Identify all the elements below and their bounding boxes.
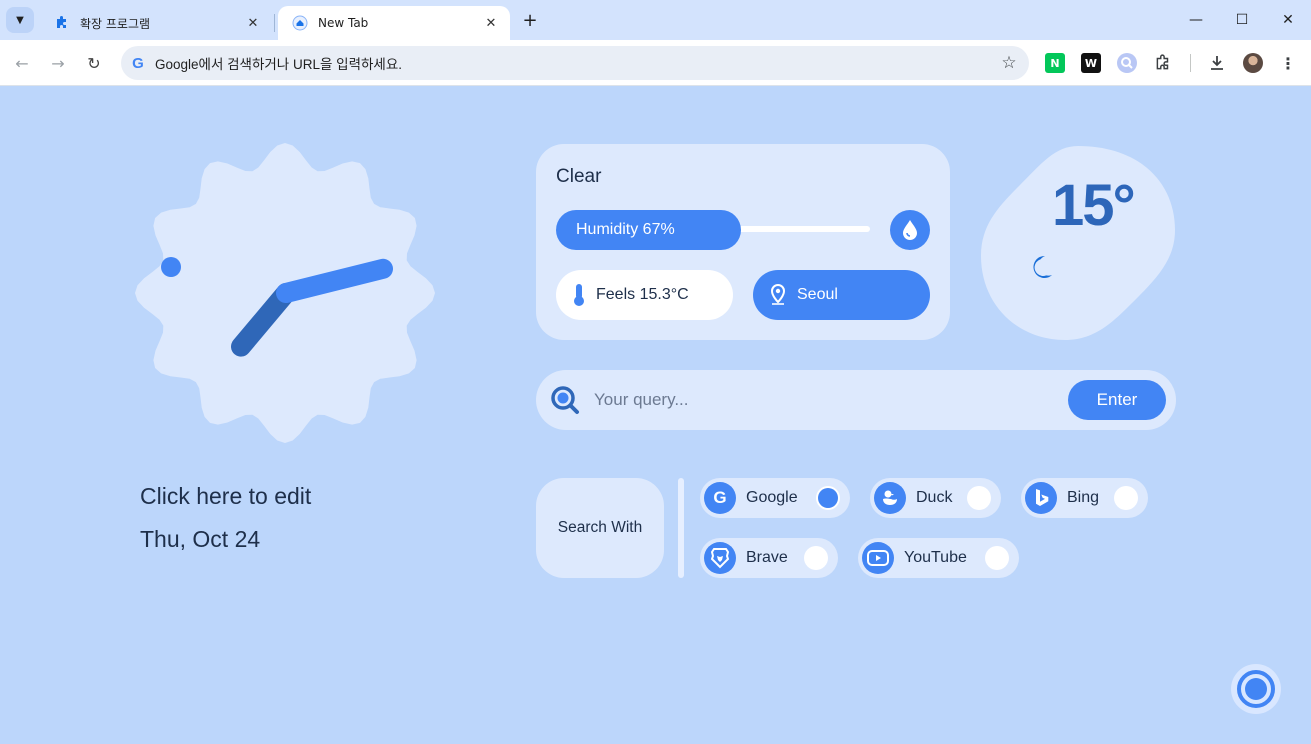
water-drop-icon (903, 220, 917, 240)
humidity-label: Humidity 67% (576, 221, 675, 238)
close-icon[interactable]: ✕ (482, 14, 500, 32)
brave-icon (704, 542, 736, 574)
engine-option-duck[interactable]: Duck (870, 478, 1001, 518)
feels-like-label: Feels 15.3°C (596, 286, 689, 303)
chevron-down-icon: ▼ (16, 14, 24, 26)
maximize-button[interactable]: ☐ (1219, 6, 1265, 34)
close-window-button[interactable]: ✕ (1265, 6, 1311, 34)
search-input[interactable] (594, 390, 1068, 410)
browser-toolbar: ← → ↻ G Google에서 검색하거나 URL을 입력하세요. ☆ N W… (0, 40, 1311, 86)
plus-icon: + (522, 9, 538, 31)
profile-avatar[interactable] (1243, 53, 1263, 73)
engine-radio-bing[interactable] (1114, 486, 1138, 510)
engine-name: Google (746, 489, 798, 506)
youtube-icon (862, 542, 894, 574)
search-with-label-card: Search With (536, 478, 664, 578)
engine-radio-google[interactable] (816, 486, 840, 510)
maximize-icon: ☐ (1235, 12, 1249, 28)
engine-radio-duck[interactable] (967, 486, 991, 510)
puzzle-icon (57, 16, 66, 28)
humidity-bar: Humidity 67% (556, 210, 741, 250)
engine-name: Duck (916, 489, 953, 506)
bookmark-star-icon[interactable]: ☆ (989, 53, 1029, 73)
humidity-drop-button (890, 210, 930, 250)
tab-title: 확장 프로그램 (80, 16, 151, 31)
lens-icon[interactable] (1117, 53, 1137, 73)
engine-option-youtube[interactable]: YouTube (858, 538, 1019, 578)
edit-greeting-text[interactable]: Click here to edit (140, 483, 311, 510)
location-button[interactable]: Seoul (753, 270, 930, 320)
close-icon[interactable]: ✕ (244, 14, 262, 32)
engine-option-google[interactable]: G Google (700, 478, 850, 518)
tab-title: New Tab (318, 16, 369, 30)
puzzle-icon (1156, 54, 1169, 70)
search-bar: Enter (536, 370, 1176, 430)
toolbar-separator (1190, 54, 1191, 72)
engine-radio-youtube[interactable] (985, 546, 1009, 570)
more-vertical-icon: ⋮ (1280, 53, 1296, 73)
feels-like-pill: Feels 15.3°C (556, 270, 733, 320)
current-date: Thu, Oct 24 (140, 526, 261, 552)
moon-icon (1033, 255, 1052, 278)
location-pin-icon (770, 284, 786, 305)
downloads-button[interactable] (1207, 53, 1227, 73)
naver-n-icon[interactable]: N (1045, 53, 1065, 73)
analog-clock (135, 143, 435, 443)
back-button[interactable]: ← (8, 49, 36, 77)
tab-separator (274, 14, 275, 32)
home-icon (292, 15, 308, 31)
menu-button[interactable]: ⋮ (1278, 53, 1298, 73)
tab-extensions[interactable]: 확장 프로그램 ✕ (40, 6, 272, 40)
location-label: Seoul (797, 286, 838, 303)
target-dot (1245, 678, 1267, 700)
download-icon (1211, 56, 1223, 70)
engine-option-brave[interactable]: Brave (700, 538, 838, 578)
bing-icon (1025, 482, 1057, 514)
address-bar[interactable]: G Google에서 검색하거나 URL을 입력하세요. ☆ (121, 46, 1029, 80)
engine-option-bing[interactable]: Bing (1021, 478, 1148, 518)
temperature-value: 15° (1052, 173, 1136, 238)
reload-icon: ↻ (87, 53, 101, 73)
clock-marker-dot (161, 257, 181, 277)
engine-name: Brave (746, 549, 788, 566)
google-icon: G (704, 482, 736, 514)
engine-name: YouTube (904, 549, 967, 566)
search-icon (551, 386, 579, 414)
arrow-left-icon: ← (15, 53, 29, 73)
close-icon: ✕ (1282, 12, 1294, 28)
extensions-button[interactable] (1153, 53, 1173, 73)
duck-icon (874, 482, 906, 514)
new-tab-button[interactable]: + (518, 8, 542, 32)
engine-radio-brave[interactable] (804, 546, 828, 570)
target-ring-icon (1237, 670, 1275, 708)
engine-divider (678, 478, 684, 578)
settings-fab[interactable] (1231, 664, 1281, 714)
arrow-right-icon: → (51, 53, 65, 73)
google-g-icon: G (132, 54, 144, 72)
tab-search-button[interactable]: ▼ (6, 7, 34, 33)
address-placeholder: Google에서 검색하거나 URL을 입력하세요. (155, 57, 403, 72)
tab-new-tab[interactable]: New Tab ✕ (278, 6, 510, 40)
tab-strip: ▼ 확장 프로그램 ✕ New Tab ✕ + — ☐ ✕ (0, 0, 1311, 40)
weather-card: Clear Humidity 67% Feels 15.3°C Seoul (536, 144, 950, 340)
reload-button[interactable]: ↻ (80, 49, 108, 77)
date-block: Click here to edit Thu, Oct 24 (140, 483, 311, 553)
weather-condition: Clear (556, 166, 602, 187)
engine-name: Bing (1067, 489, 1100, 506)
minimize-button[interactable]: — (1173, 6, 1219, 34)
search-with-label: Search With (557, 519, 643, 536)
thermometer-icon (574, 284, 584, 306)
forward-button[interactable]: → (44, 49, 72, 77)
w-extension-icon[interactable]: W (1081, 53, 1101, 73)
minimize-icon: — (1189, 12, 1203, 28)
search-enter-button[interactable]: Enter (1068, 380, 1166, 420)
